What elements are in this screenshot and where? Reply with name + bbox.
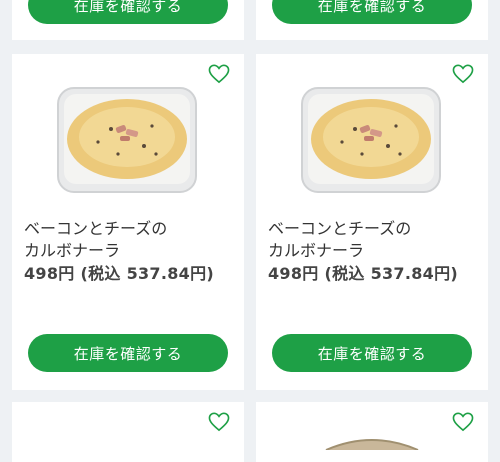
heart-icon[interactable] xyxy=(452,412,474,432)
heart-icon[interactable] xyxy=(208,412,230,432)
heart-icon[interactable] xyxy=(208,64,230,84)
check-stock-button[interactable]: 在庫を確認する xyxy=(272,334,472,372)
product-name[interactable]: ベーコンとチーズの カルボナーラ xyxy=(24,218,167,262)
product-image[interactable] xyxy=(322,430,422,450)
product-card[interactable] xyxy=(256,402,488,462)
product-card[interactable]: ベーコンとチーズの カルボナーラ 498円 (税込 537.84円) 在庫を確認… xyxy=(12,54,244,390)
product-name[interactable]: ベーコンとチーズの カルボナーラ xyxy=(268,218,411,262)
check-stock-button[interactable]: 在庫を確認する xyxy=(28,0,228,24)
product-image[interactable] xyxy=(300,84,442,196)
product-card: 在庫を確認する xyxy=(12,0,244,40)
product-card[interactable]: ベーコンとチーズの カルボナーラ 498円 (税込 537.84円) 在庫を確認… xyxy=(256,54,488,390)
product-image[interactable] xyxy=(56,84,198,196)
product-price: 498円 (税込 537.84円) xyxy=(268,264,459,283)
check-stock-button[interactable]: 在庫を確認する xyxy=(28,334,228,372)
product-card[interactable] xyxy=(12,402,244,462)
heart-icon[interactable] xyxy=(452,64,474,84)
product-price: 498円 (税込 537.84円) xyxy=(24,264,215,283)
product-card: 在庫を確認する xyxy=(256,0,488,40)
check-stock-button[interactable]: 在庫を確認する xyxy=(272,0,472,24)
